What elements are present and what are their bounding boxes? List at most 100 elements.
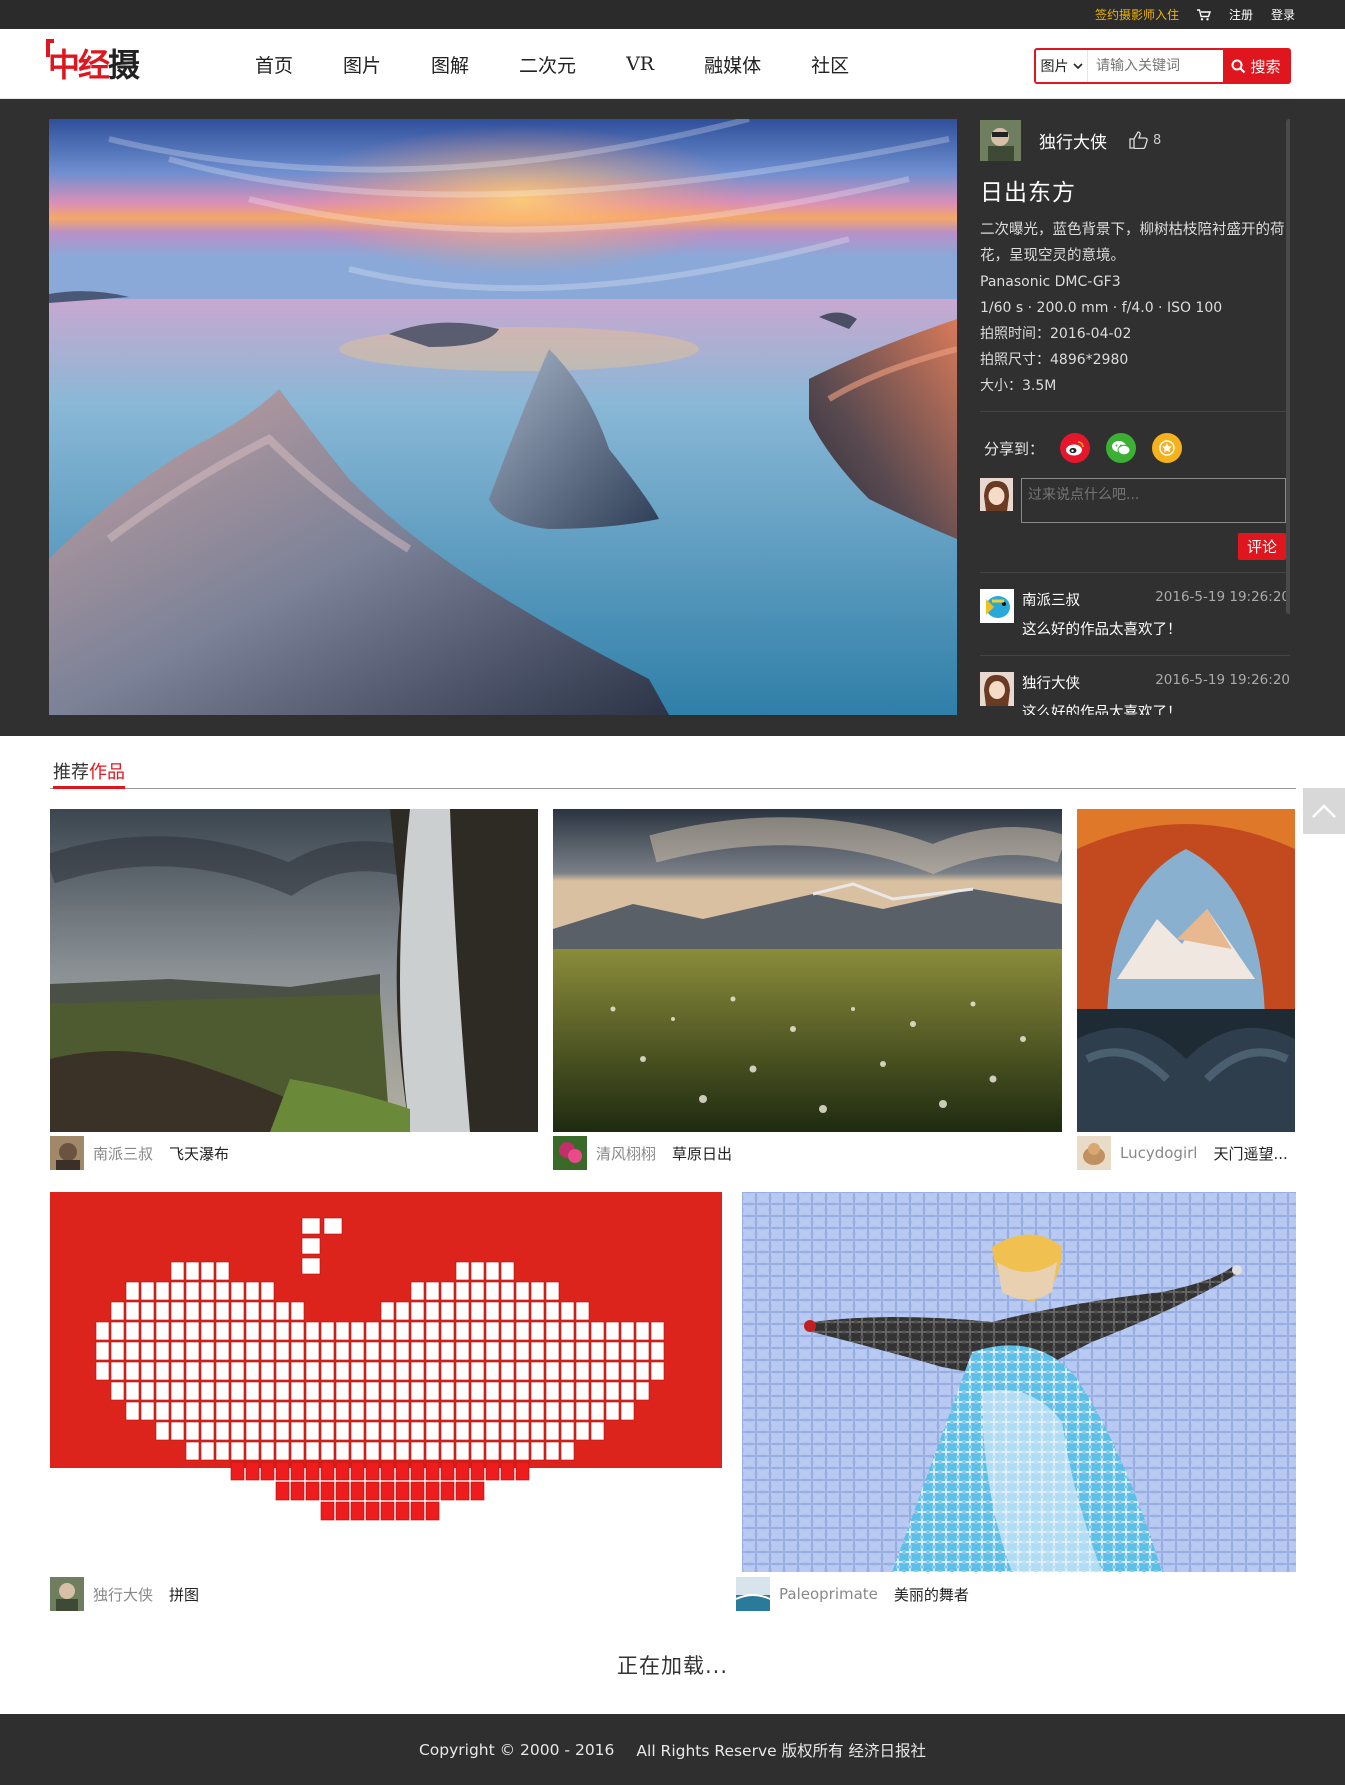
nav-pictures[interactable]: 图片 [343, 51, 381, 78]
puzzle-tile [500, 1341, 515, 1361]
puzzle-tile [530, 1321, 545, 1341]
card-author-avatar[interactable] [50, 1577, 84, 1611]
nav-home[interactable]: 首页 [255, 51, 293, 78]
share-row: 分享到： [980, 432, 1290, 464]
nav-vr[interactable]: VR [626, 53, 654, 75]
puzzle-tile [125, 1401, 140, 1421]
nav-media[interactable]: 融媒体 [704, 51, 761, 78]
puzzle-tile [365, 1461, 380, 1481]
card-image[interactable] [553, 809, 1062, 1132]
puzzle-tile [155, 1301, 170, 1321]
card-author[interactable]: Paleoprimate [779, 1585, 878, 1603]
author-name[interactable]: 独行大侠 [1039, 128, 1107, 153]
recommended-card[interactable]: Lucydogirl 天门遥望... [1077, 809, 1295, 1173]
puzzle-tile [410, 1301, 425, 1321]
puzzle-tile [470, 1301, 485, 1321]
weibo-icon[interactable] [1060, 433, 1091, 463]
puzzle-tile [275, 1421, 290, 1441]
puzzle-tile [605, 1401, 620, 1421]
puzzle-tile [275, 1461, 290, 1481]
puzzle-tile [410, 1281, 425, 1301]
commenter-avatar[interactable] [980, 589, 1014, 623]
puzzle-tile [545, 1281, 560, 1301]
register-link[interactable]: 注册 [1229, 6, 1253, 23]
puzzle-tile [545, 1341, 560, 1361]
puzzle-tile [95, 1361, 110, 1381]
card-author[interactable]: Lucydogirl [1120, 1144, 1197, 1162]
card-author-avatar[interactable] [736, 1577, 770, 1611]
card-image[interactable] [742, 1192, 1296, 1572]
puzzle-tile [110, 1361, 125, 1381]
cart-icon[interactable] [1196, 8, 1211, 21]
puzzle-tile [455, 1361, 470, 1381]
puzzle-tile [605, 1321, 620, 1341]
puzzle-tile [230, 1361, 245, 1381]
login-link[interactable]: 登录 [1271, 6, 1295, 23]
puzzle-tile [245, 1341, 260, 1361]
nav-anime[interactable]: 二次元 [519, 51, 576, 78]
back-to-top-icon[interactable] [1303, 788, 1345, 834]
featured-photo[interactable] [49, 119, 957, 715]
search-category-select[interactable]: 图片 [1036, 50, 1088, 82]
recommended-card[interactable]: 独行大侠 拼图 [50, 1192, 722, 1616]
card-author[interactable]: 独行大侠 [93, 1584, 153, 1605]
puzzle-tile [575, 1421, 590, 1441]
commenter-name[interactable]: 独行大侠 [1022, 672, 1080, 693]
sign-photographer-link[interactable]: 签约摄影师入住 [1095, 6, 1179, 23]
card-author-avatar[interactable] [1077, 1136, 1111, 1170]
puzzle-tile [410, 1441, 425, 1461]
puzzle-tile [485, 1421, 500, 1441]
card-image[interactable] [1077, 809, 1295, 1132]
favorite-star-icon[interactable] [1152, 433, 1183, 463]
card-author[interactable]: 南派三叔 [93, 1143, 153, 1164]
card-caption: Paleoprimate 美丽的舞者 [736, 1577, 969, 1611]
puzzle-tile [125, 1341, 140, 1361]
puzzle-tile [301, 1257, 321, 1275]
recommended-card[interactable]: 南派三叔 飞天瀑布 [50, 809, 538, 1173]
puzzle-tile [245, 1361, 260, 1381]
search-button-label: 搜索 [1250, 57, 1281, 76]
puzzle-tile [545, 1421, 560, 1441]
puzzle-tile [440, 1301, 455, 1321]
puzzle-tile [170, 1421, 185, 1441]
puzzle-tile [170, 1401, 185, 1421]
comment-submit-button[interactable]: 评论 [1238, 533, 1286, 560]
recommended-card[interactable]: Paleoprimate 美丽的舞者 [736, 1192, 1296, 1616]
puzzle-tile [590, 1361, 605, 1381]
puzzle-tile [290, 1421, 305, 1441]
puzzle-tile [305, 1441, 320, 1461]
nav-community[interactable]: 社区 [811, 51, 849, 78]
puzzle-tile [95, 1341, 110, 1361]
card-title[interactable]: 草原日出 [672, 1143, 732, 1164]
card-author-avatar[interactable] [553, 1136, 587, 1170]
search-button[interactable]: 搜索 [1223, 50, 1289, 82]
puzzle-tile [440, 1421, 455, 1441]
site-logo[interactable]: 中经 摄 [46, 39, 140, 85]
comment-input[interactable] [1021, 478, 1286, 523]
puzzle-tile [410, 1361, 425, 1381]
card-title[interactable]: 美丽的舞者 [894, 1584, 969, 1605]
puzzle-tile [365, 1441, 380, 1461]
card-title[interactable]: 飞天瀑布 [169, 1143, 229, 1164]
author-avatar[interactable] [980, 119, 1021, 161]
wechat-icon[interactable] [1106, 433, 1137, 463]
recommended-card[interactable]: 清风栩栩 草原日出 [553, 809, 1062, 1173]
commenter-name[interactable]: 南派三叔 [1022, 589, 1080, 610]
puzzle-tile [215, 1421, 230, 1441]
search-input[interactable] [1088, 50, 1223, 82]
card-image[interactable] [50, 809, 538, 1132]
puzzle-tile [230, 1281, 245, 1301]
card-title[interactable]: 拼图 [169, 1584, 199, 1605]
puzzle-tile [350, 1441, 365, 1461]
card-title[interactable]: 天门遥望... [1213, 1143, 1287, 1164]
commenter-avatar[interactable] [980, 672, 1014, 706]
puzzle-tile [200, 1361, 215, 1381]
card-author[interactable]: 清风栩栩 [596, 1143, 656, 1164]
footer-rights: All Rights Reserve 版权所有 经济日报社 [636, 1741, 927, 1760]
nav-infographics[interactable]: 图解 [431, 51, 469, 78]
puzzle-tile [560, 1301, 575, 1321]
card-image[interactable] [50, 1192, 722, 1572]
info-scrollbar[interactable] [1286, 119, 1290, 614]
card-author-avatar[interactable] [50, 1136, 84, 1170]
like-button[interactable]: 8 [1129, 131, 1161, 149]
